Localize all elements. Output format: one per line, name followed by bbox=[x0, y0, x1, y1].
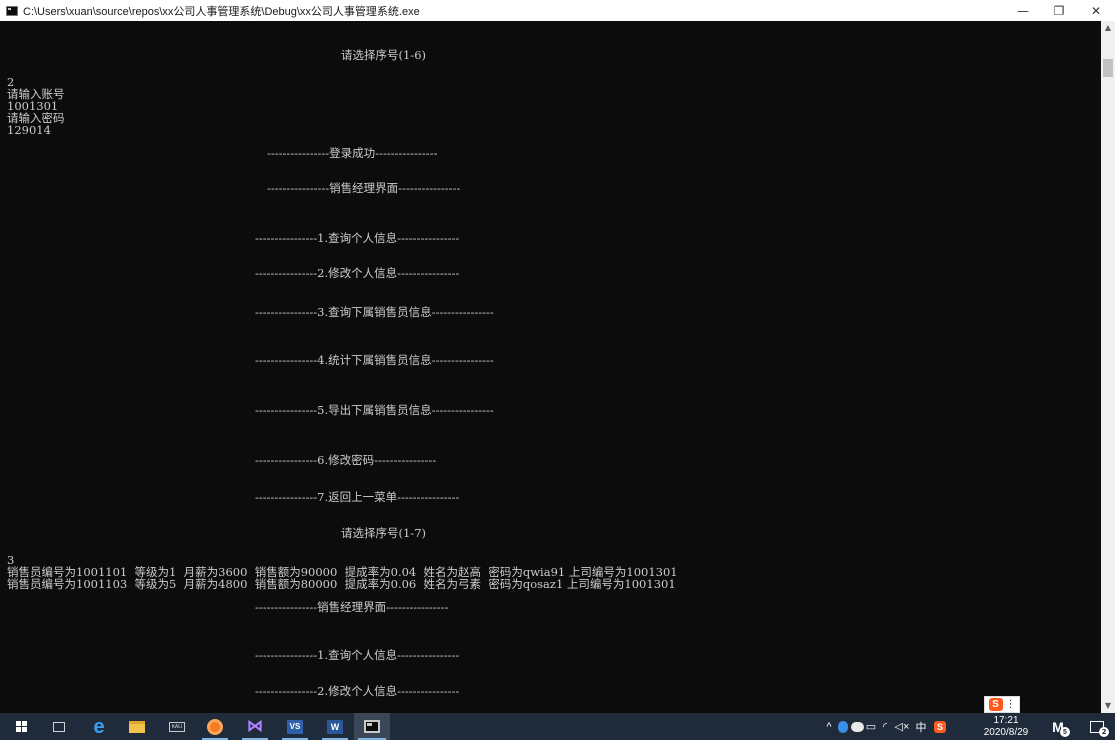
input-language-indicator[interactable]: 中 bbox=[912, 713, 930, 740]
menu-title: ----------------销售经理界面---------------- bbox=[255, 600, 449, 614]
taskbar-vs-box[interactable]: VS bbox=[278, 713, 312, 740]
menu-item: ----------------1.查询个人信息---------------- bbox=[255, 231, 460, 245]
notification-count-badge: 2 bbox=[1099, 726, 1109, 737]
orange-app-icon bbox=[207, 718, 223, 735]
taskbar-keyboard-app[interactable]: KALI bbox=[160, 713, 194, 740]
menu-item: ----------------2.修改个人信息---------------- bbox=[255, 684, 460, 698]
menu-title: ----------------销售经理界面---------------- bbox=[267, 181, 461, 195]
bluetooth-icon[interactable] bbox=[836, 713, 850, 740]
menu-prompt: 请选择序号(1-7) bbox=[341, 526, 426, 540]
clock-date: 2020/8/29 bbox=[983, 727, 1029, 738]
m-app-tray-icon[interactable]: M 5 bbox=[1046, 713, 1070, 740]
edge-browser-icon: e bbox=[93, 715, 105, 738]
console-output[interactable]: 请选择序号(1-6) 2 请输入账号 1001301 请输入密码 129014 … bbox=[0, 21, 1101, 713]
taskbar-edge[interactable]: e bbox=[82, 713, 116, 740]
ime-menu-icon[interactable]: ⋮ bbox=[1006, 699, 1016, 710]
visual-studio-icon: ⋈ bbox=[247, 717, 263, 735]
keyboard-app-icon: KALI bbox=[169, 721, 185, 732]
file-explorer-icon bbox=[129, 720, 145, 733]
console-app-icon bbox=[364, 720, 380, 733]
taskbar-visual-studio[interactable]: ⋈ bbox=[238, 713, 272, 740]
menu-item: ----------------1.查询个人信息---------------- bbox=[255, 648, 460, 662]
scroll-up-arrow-icon[interactable]: ▲ bbox=[1101, 21, 1115, 35]
menu-item: ----------------4.统计下属销售员信息-------------… bbox=[255, 353, 494, 367]
vertical-scrollbar[interactable]: ▲ ▼ bbox=[1101, 21, 1115, 713]
taskbar-word[interactable]: W bbox=[318, 713, 352, 740]
wechat-icon[interactable] bbox=[850, 713, 864, 740]
system-tray: ^ ▭ ◜ ◁× 中 S bbox=[822, 713, 950, 740]
ime-floating-toolbar[interactable]: S ⋮ bbox=[984, 696, 1020, 713]
visual-studio-box-icon: VS bbox=[287, 719, 303, 734]
taskbar: e KALI ⋈ VS W ^ ▭ ◜ ◁× 中 S 17:21 2020/8/… bbox=[0, 713, 1115, 740]
menu-item: ----------------7.返回上一菜单---------------- bbox=[255, 490, 460, 504]
console-input-line: 129014 bbox=[7, 123, 51, 137]
volume-muted-icon[interactable]: ◁× bbox=[892, 713, 912, 740]
battery-icon[interactable]: ▭ bbox=[864, 713, 878, 740]
scroll-down-arrow-icon[interactable]: ▼ bbox=[1101, 699, 1115, 713]
start-button[interactable] bbox=[6, 713, 36, 740]
sogou-ime-icon[interactable]: S bbox=[988, 698, 1003, 711]
menu-prompt: 请选择序号(1-6) bbox=[341, 48, 426, 62]
action-center-button[interactable]: 2 bbox=[1085, 713, 1109, 740]
menu-item: ----------------6.修改密码---------------- bbox=[255, 453, 437, 467]
taskbar-orange-app[interactable] bbox=[198, 713, 232, 740]
notification-icon: 2 bbox=[1090, 720, 1109, 737]
taskbar-clock[interactable]: 17:21 2020/8/29 bbox=[980, 713, 1032, 740]
window-titlebar[interactable]: C:\Users\xuan\source\repos\xx公司人事管理系统\De… bbox=[0, 0, 1115, 21]
minimize-button[interactable]: — bbox=[1007, 0, 1039, 21]
salesperson-record: 销售员编号为1001103 等级为5 月薪为4800 销售额为80000 提成率… bbox=[7, 577, 676, 591]
scroll-thumb[interactable] bbox=[1103, 59, 1113, 77]
network-icon[interactable]: ◜ bbox=[878, 713, 892, 740]
show-hidden-icons-icon[interactable]: ^ bbox=[822, 713, 836, 740]
taskbar-file-explorer[interactable] bbox=[120, 713, 154, 740]
menu-item: ----------------3.查询下属销售员信息-------------… bbox=[255, 305, 494, 319]
window-title: C:\Users\xuan\source\repos\xx公司人事管理系统\De… bbox=[23, 5, 420, 18]
menu-item: ----------------5.导出下属销售员信息-------------… bbox=[255, 403, 494, 417]
login-success-banner: ----------------登录成功---------------- bbox=[267, 146, 438, 160]
console-window-icon[interactable] bbox=[6, 5, 18, 16]
task-view-icon bbox=[53, 721, 65, 732]
maximize-button[interactable]: ❐ bbox=[1043, 0, 1075, 21]
clock-time: 17:21 bbox=[993, 715, 1019, 726]
task-view-button[interactable] bbox=[44, 713, 74, 740]
taskbar-console-app[interactable] bbox=[354, 713, 390, 740]
close-button[interactable]: ✕ bbox=[1080, 0, 1112, 21]
windows-logo-icon bbox=[15, 721, 27, 732]
menu-item: ----------------2.修改个人信息---------------- bbox=[255, 266, 460, 280]
sogou-tray-icon[interactable]: S bbox=[930, 713, 950, 740]
m-app-badge: 5 bbox=[1060, 727, 1070, 737]
word-icon: W bbox=[327, 719, 343, 734]
